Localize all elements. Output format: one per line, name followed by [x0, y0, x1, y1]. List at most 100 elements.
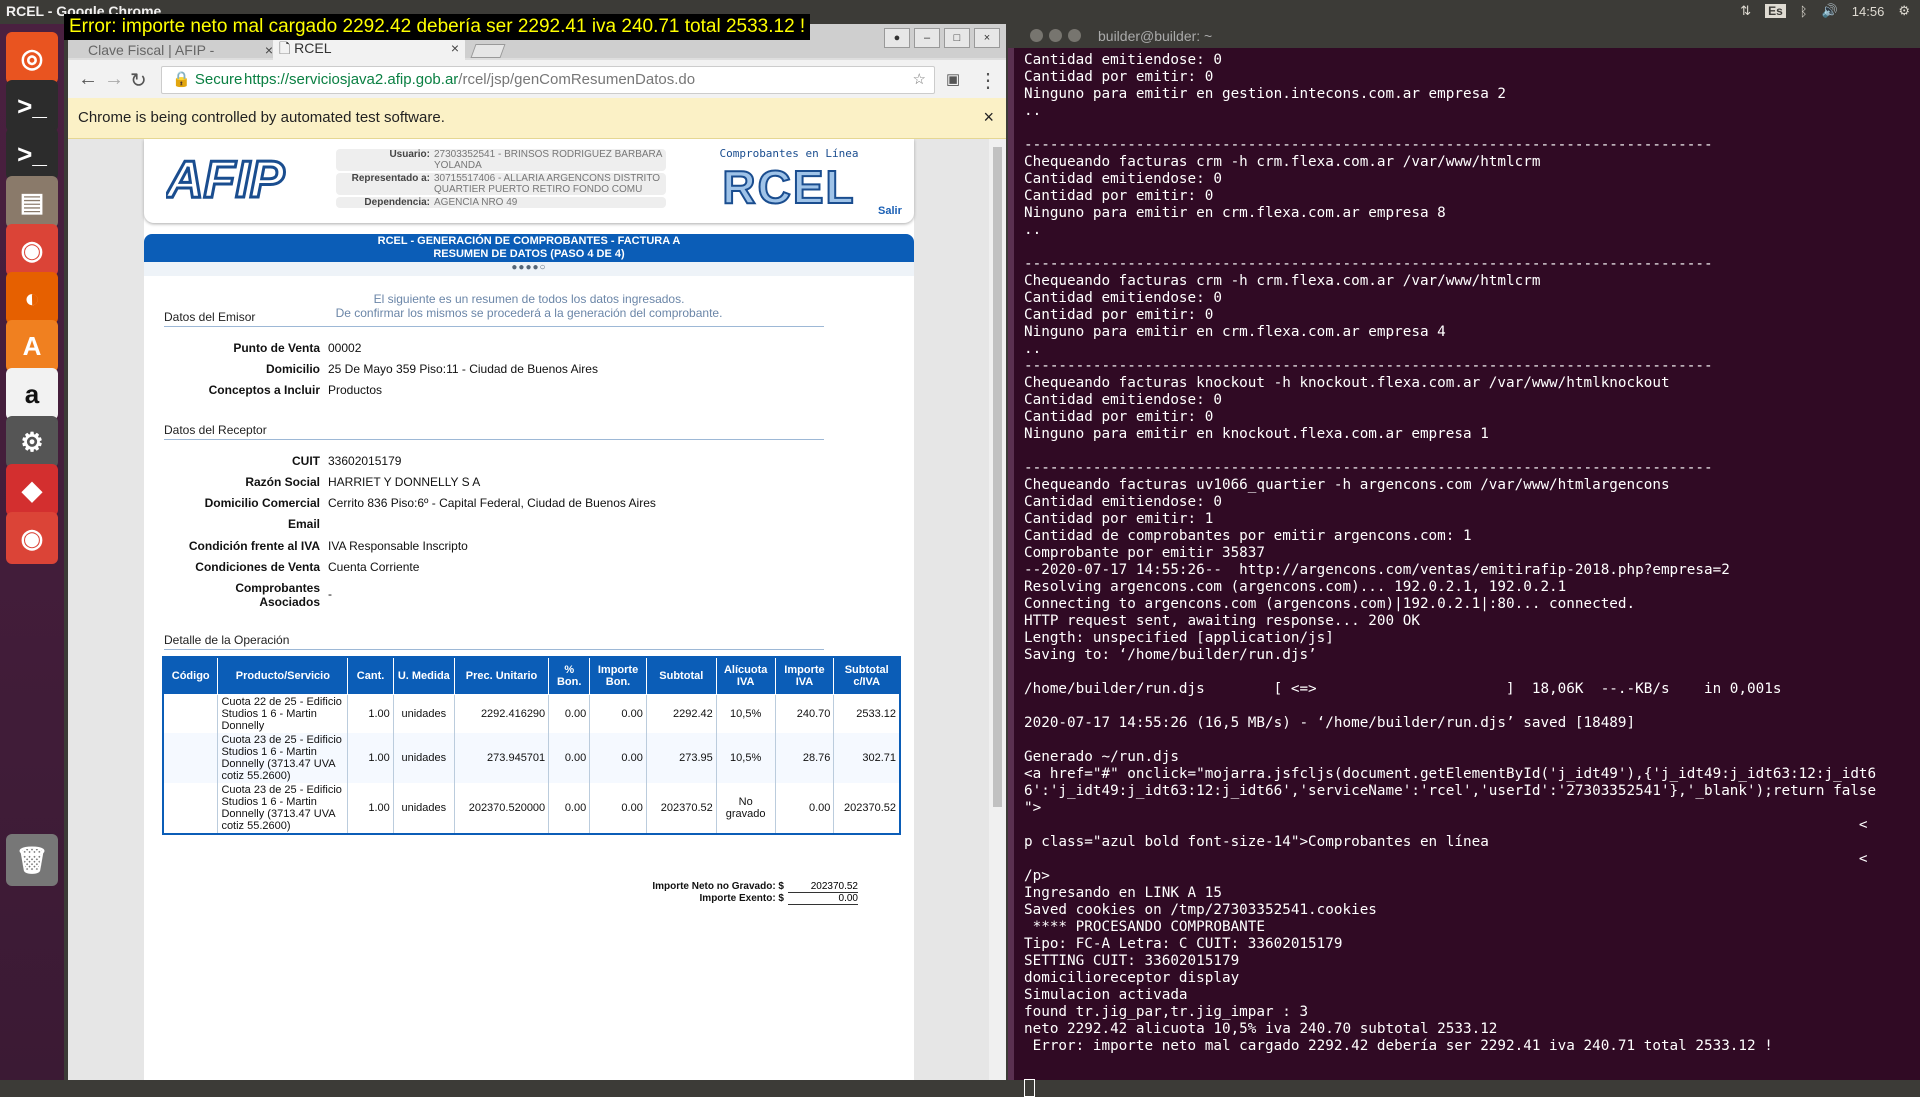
close-icon[interactable]: ×	[265, 40, 273, 60]
close-icon[interactable]: ×	[983, 107, 994, 128]
operations-table: Código Producto/Servicio Cant. U. Medida Pre…	[162, 656, 901, 835]
terminal-icon[interactable]: >_	[6, 80, 58, 132]
field-cuit: CUIT 33602015179	[292, 454, 402, 468]
browser-toolbar: ← → ↻ 🔒 Secure https://serviciosjava2.af…	[68, 60, 1006, 98]
table-cell: 0.00	[548, 783, 591, 834]
terminal-icon-2[interactable]: >_	[6, 128, 58, 180]
url-text[interactable]: https://serviciosjava2.afip.gob.ar/rcel/…	[244, 67, 695, 93]
clock[interactable]: 14:56	[1852, 4, 1885, 19]
minimize-button[interactable]: –	[914, 28, 940, 48]
field-condicion-iva: Condición frente al IVA IVA Responsable I…	[188, 539, 468, 553]
page-scrollbar[interactable]	[989, 139, 1006, 1080]
terminal-border	[1008, 48, 1014, 1080]
scrollbar-thumb[interactable]	[993, 147, 1002, 807]
trash-icon[interactable]: 🗑	[6, 834, 58, 886]
table-cell: 1.00	[347, 733, 394, 783]
table-cell: 1.00	[347, 783, 394, 834]
table-header-cell: Producto/Servicio	[217, 656, 349, 695]
window-controls: ● – □ ×	[884, 28, 1000, 48]
rcel-logo: Comprobantes en Línea RCEL	[719, 147, 859, 214]
field-domicilio-comercial: Domicilio Comercial Cerrito 836 Piso:6º -…	[204, 496, 656, 510]
settings-icon[interactable]: ⚙	[6, 416, 58, 468]
terminal-output[interactable]: Cantidad emitiendose: 0 Cantidad por emi…	[1024, 52, 1914, 1080]
tab-label: Clave Fiscal | AFIP -	[88, 42, 215, 58]
chrome-icon[interactable]: ◉	[6, 224, 58, 276]
amazon-icon[interactable]: a	[6, 368, 58, 420]
table-cell: Cuota 23 de 25 - Edificio Studios 1 6 - …	[217, 733, 349, 783]
table-cell: 202370.52	[833, 783, 901, 834]
table-cell: 10,5%	[715, 733, 776, 783]
tab-clave-fiscal[interactable]: Clave Fiscal | AFIP - ×	[82, 40, 279, 60]
minimize-icon[interactable]	[1049, 29, 1062, 42]
field-razon-social: Razón Social HARRIET Y DONNELLY S A	[245, 475, 481, 489]
bookmark-star-icon[interactable]: ☆	[913, 67, 926, 93]
maximize-icon[interactable]	[1068, 29, 1081, 42]
table-cell: 273.95	[645, 733, 717, 783]
table-header-cell: Cant.	[347, 656, 394, 695]
network-icon[interactable]: ⇅	[1740, 3, 1751, 19]
address-bar[interactable]: 🔒 Secure https://serviciosjava2.afip.gob…	[161, 66, 935, 94]
close-window-button[interactable]: ×	[974, 28, 1000, 48]
table-cell: unidades	[392, 694, 455, 733]
table-cell: 0.00	[548, 733, 591, 783]
logout-link[interactable]: Salir	[878, 205, 902, 217]
automation-notice: Chrome is being controlled by automated …	[78, 109, 445, 126]
keyboard-layout-indicator[interactable]: Es	[1765, 4, 1786, 18]
total-neto-no-gravado: Importe Neto no Gravado: $202370.52	[652, 881, 858, 893]
firefox-icon[interactable]: ◐	[6, 272, 58, 324]
new-tab-button[interactable]	[470, 44, 506, 58]
table-cell: 202370.52	[645, 783, 717, 834]
table-cell: 1.00	[347, 694, 394, 733]
profile-icon[interactable]: ●	[884, 28, 910, 48]
software-center-icon[interactable]: A	[6, 320, 58, 372]
chrome-active-icon[interactable]: ◉	[6, 512, 58, 564]
bluetooth-icon[interactable]: ᛒ	[1800, 4, 1808, 19]
reload-icon[interactable]: ↻	[130, 68, 147, 93]
table-cell: 2292.42	[645, 694, 717, 733]
table-cell: Cuota 22 de 25 - Edificio Studios 1 6 - …	[217, 694, 349, 733]
table-header-cell: Alícuota IVA	[715, 656, 776, 695]
field-condiciones-venta: Condiciones de Venta Cuenta Corriente	[195, 560, 420, 574]
user-info: Usuario: 27303352541 - BRINSOS RODRIGUEZ …	[336, 149, 666, 210]
table-header-cell: Importe Bon.	[589, 656, 647, 695]
section-emisor-title: Datos del Emisor	[164, 310, 824, 327]
terminal-window-controls	[1030, 29, 1081, 42]
afip-logo: AFIP	[166, 151, 286, 203]
table-cell: 2533.12	[833, 694, 901, 733]
table-cell: 10,5%	[715, 694, 776, 733]
table-cell	[162, 694, 219, 733]
system-indicators: ⇅ Es ᛒ 🔊 14:56 ⚙	[1740, 3, 1910, 19]
lock-icon: 🔒	[172, 71, 191, 88]
forward-arrow-icon[interactable]: →	[104, 68, 124, 91]
table-cell: 2292.416290	[453, 694, 550, 733]
volume-icon[interactable]: 🔊	[1822, 3, 1838, 19]
anydesk-icon[interactable]: ◆	[6, 464, 58, 516]
table-cell: 302.71	[833, 733, 901, 783]
gear-icon[interactable]: ⚙	[1898, 3, 1910, 19]
table-cell: 28.76	[774, 733, 835, 783]
table-cell: No gravado	[715, 783, 776, 834]
table-cell: unidades	[392, 733, 455, 783]
dependency-row: Dependencia: AGENCIA NRO 49	[336, 197, 666, 208]
chrome-window: Clave Fiscal | AFIP - × 🗋 RCEL × ● – □ ×…	[68, 24, 1006, 1080]
section-operacion-title: Detalle de la Operación	[164, 633, 824, 650]
files-icon[interactable]: ▤	[6, 176, 58, 228]
table-cell: 273.945701	[453, 733, 550, 783]
section-receptor-title: Datos del Receptor	[164, 423, 824, 440]
back-arrow-icon[interactable]: ←	[78, 68, 98, 91]
terminal-window: builder@builder: ~ Cantidad emitiendose:…	[1008, 24, 1920, 1097]
table-header-cell: U. Medida	[392, 656, 455, 695]
table-cell: 0.00	[548, 694, 591, 733]
afip-header: AFIP Usuario: 27303352541 - BRINSOS RODRI…	[144, 139, 914, 223]
ubuntu-dash-icon[interactable]: ◎	[6, 32, 58, 84]
error-banner: Error: importe neto mal cargado 2292.42 …	[64, 14, 811, 40]
menu-icon[interactable]: ⋮	[978, 68, 998, 93]
close-icon[interactable]	[1030, 29, 1043, 42]
table-row: Cuota 23 de 25 - Edificio Studios 1 6 - …	[162, 783, 901, 834]
secure-lock-label[interactable]: 🔒 Secure	[172, 67, 242, 93]
field-conceptos: Conceptos a Incluir Productos	[208, 383, 383, 397]
maximize-button[interactable]: □	[944, 28, 970, 48]
page-title-band: RCEL - GENERACIÓN DE COMPROBANTES - FACT…	[144, 234, 914, 262]
extension-icon[interactable]: ▣	[946, 70, 960, 88]
terminal-titlebar: builder@builder: ~	[1008, 24, 1920, 48]
